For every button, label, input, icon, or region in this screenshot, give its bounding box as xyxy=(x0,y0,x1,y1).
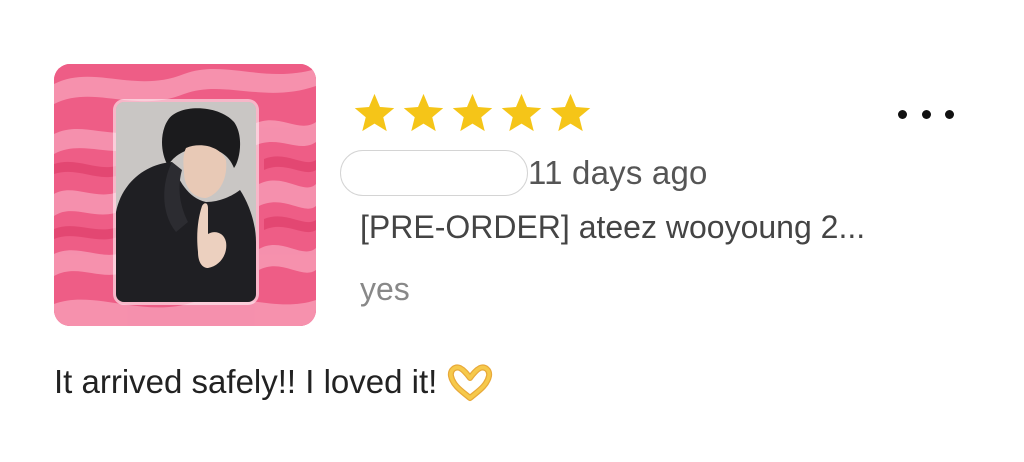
product-variant: yes xyxy=(360,271,410,307)
heart-hands-icon xyxy=(448,364,493,401)
star-rating xyxy=(352,92,593,136)
more-horizontal-icon xyxy=(921,109,931,119)
star-icon xyxy=(452,93,493,132)
more-horizontal-icon xyxy=(945,109,954,119)
photocard-image xyxy=(116,102,256,302)
star-icon xyxy=(501,93,542,132)
star-icon xyxy=(550,93,591,132)
review-date: 11 days ago xyxy=(528,154,708,191)
more-horizontal-icon xyxy=(898,109,907,119)
review-comment: It arrived safely!! I loved it! xyxy=(54,360,493,404)
more-options-button[interactable] xyxy=(894,100,958,128)
review-photo-thumbnail[interactable] xyxy=(54,64,316,326)
review-card: 11 days ago [PRE-ORDER] ateez wooyoung 2… xyxy=(0,0,1024,462)
product-title-link[interactable]: [PRE-ORDER] ateez wooyoung 2... xyxy=(360,207,960,247)
star-icon xyxy=(354,93,395,132)
review-comment-text: It arrived safely!! I loved it! xyxy=(54,363,438,400)
star-icon xyxy=(403,93,444,132)
redacted-username xyxy=(340,150,528,196)
